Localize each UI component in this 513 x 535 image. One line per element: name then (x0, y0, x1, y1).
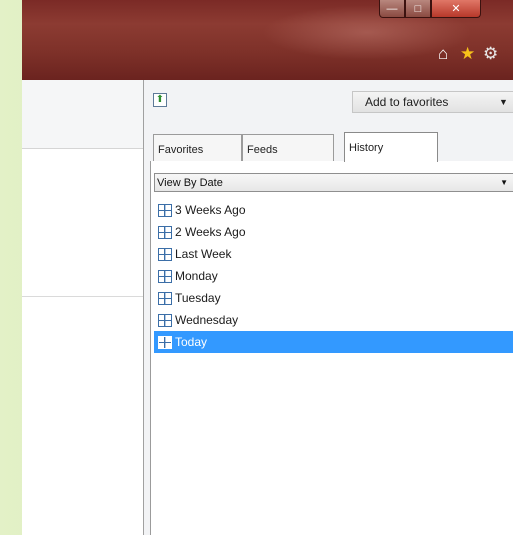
minimize-button[interactable]: — (379, 0, 405, 18)
home-icon[interactable]: ⌂ (438, 44, 448, 64)
history-item-3-weeks-ago[interactable]: 3 Weeks Ago (154, 199, 513, 221)
history-item-label: 3 Weeks Ago (175, 203, 246, 217)
maximize-button[interactable]: □ (405, 0, 431, 18)
history-panel: View By Date ▼ 3 Weeks Ago 2 Weeks Ago L… (150, 161, 513, 535)
view-by-select-value: View By Date (157, 177, 223, 189)
title-bar: — □ ✕ ⌂ ★ ⚙ (22, 0, 513, 80)
chevron-down-icon: ▼ (500, 178, 508, 187)
history-item-last-week[interactable]: Last Week (154, 243, 513, 265)
calendar-icon (158, 335, 172, 349)
page-toolbar-strip (22, 80, 143, 149)
history-item-2-weeks-ago[interactable]: 2 Weeks Ago (154, 221, 513, 243)
add-to-favorites-button[interactable]: Add to favorites ▼ (352, 91, 513, 113)
history-item-tuesday[interactable]: Tuesday (154, 287, 513, 309)
content-divider (22, 296, 143, 297)
calendar-icon (158, 247, 172, 261)
tab-feeds[interactable]: Feeds (242, 134, 334, 161)
calendar-icon (158, 203, 172, 217)
pin-icon: ⬆ (155, 94, 165, 105)
calendar-icon (158, 269, 172, 283)
history-item-label: 2 Weeks Ago (175, 225, 246, 239)
history-item-label: Tuesday (175, 291, 221, 305)
tab-history[interactable]: History (344, 132, 438, 162)
history-item-wednesday[interactable]: Wednesday (154, 309, 513, 331)
favorites-star-icon[interactable]: ★ (460, 44, 475, 64)
gear-icon[interactable]: ⚙ (483, 44, 498, 64)
calendar-icon (158, 225, 172, 239)
history-item-label: Monday (175, 269, 218, 283)
history-item-label: Wednesday (175, 313, 239, 327)
pin-favorites-center-button[interactable]: ⬆ (153, 93, 167, 107)
history-item-label: Last Week (175, 247, 232, 261)
history-item-today[interactable]: Today (154, 331, 513, 353)
calendar-icon (158, 291, 172, 305)
calendar-icon (158, 313, 172, 327)
close-button[interactable]: ✕ (431, 0, 481, 18)
add-to-favorites-label: Add to favorites (365, 95, 449, 109)
browser-window: — □ ✕ ⌂ ★ ⚙ ⬆ Add to favorites ▼ Favorit… (22, 0, 513, 535)
favorites-center-header: ⬆ Add to favorites ▼ (144, 80, 513, 132)
favorites-center-pane: ⬆ Add to favorites ▼ Favorites Feeds Vie… (143, 80, 513, 535)
view-by-select[interactable]: View By Date ▼ (154, 173, 513, 192)
tab-favorites[interactable]: Favorites (153, 134, 242, 161)
history-item-monday[interactable]: Monday (154, 265, 513, 287)
history-item-label: Today (175, 335, 208, 349)
chevron-down-icon[interactable]: ▼ (499, 92, 508, 112)
